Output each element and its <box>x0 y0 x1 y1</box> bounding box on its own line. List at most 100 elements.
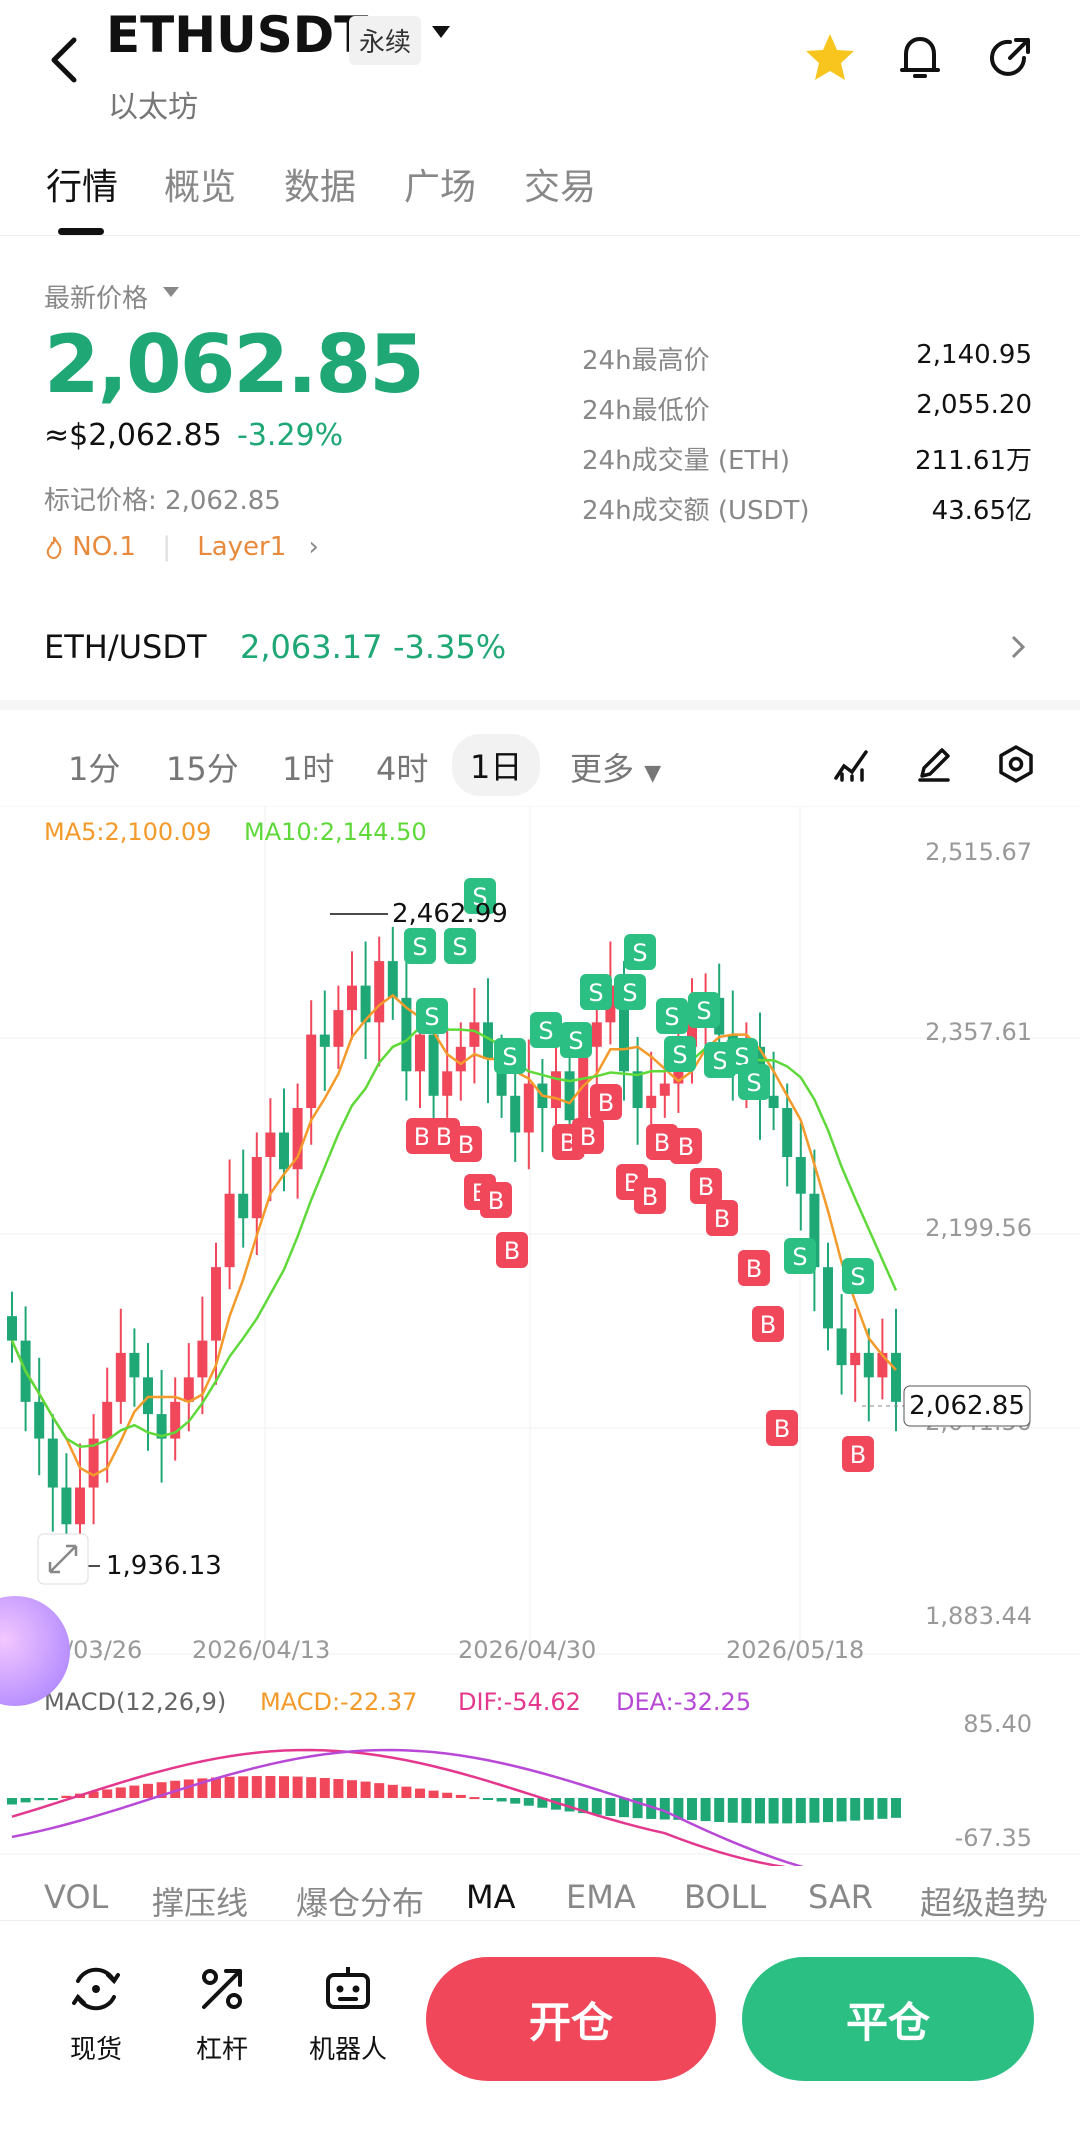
macd-bar <box>741 1798 752 1824</box>
buy-marker: B <box>766 1410 798 1446</box>
buy-marker: B <box>590 1084 622 1120</box>
stat-value-volume: 211.61万 <box>915 446 1032 476</box>
sell-marker: S <box>738 1064 770 1100</box>
main-tabs: 行情 概览 数据 广场 交易 <box>0 140 1080 236</box>
interval-15m[interactable]: 15分 <box>166 744 239 790</box>
candle-body <box>387 961 398 998</box>
y-tick-1: 2,357.61 <box>925 1018 1032 1046</box>
latest-price-label[interactable]: 最新价格 <box>44 278 148 315</box>
macd-bar <box>727 1798 738 1823</box>
interval-more-label: 更多 <box>570 750 635 788</box>
macd-bar <box>347 1780 357 1798</box>
indicator-supertrend[interactable]: 超级趋势 <box>920 1878 1048 1918</box>
indicator-vol[interactable]: VOL <box>44 1878 108 1916</box>
candle-body <box>279 1132 289 1170</box>
macd-bar <box>360 1781 371 1798</box>
indicator-support[interactable]: 撑压线 <box>152 1878 248 1918</box>
interval-1d[interactable]: 1日 <box>452 734 541 796</box>
tab-data[interactable]: 数据 <box>284 158 356 210</box>
x-tick-3: 2026/05/18 <box>726 1636 864 1664</box>
spot-pair-price: 2,063.17 <box>240 628 383 666</box>
svg-text:S: S <box>452 933 467 961</box>
close-position-button[interactable]: 平仓 <box>742 1957 1034 2081</box>
bell-icon[interactable] <box>890 28 950 88</box>
perpetual-badge: 永续 <box>349 16 422 65</box>
buy-marker: B <box>572 1118 604 1154</box>
draw-pencil-icon[interactable] <box>914 744 954 784</box>
macd-bar <box>374 1783 385 1798</box>
sell-marker: S <box>416 998 448 1034</box>
kline-chart[interactable]: SSSSSSSSSSSSSSSSSSBBBBBBBBBBBBBBBBBBB MA… <box>0 805 1080 1906</box>
interval-1h[interactable]: 1时 <box>282 744 334 790</box>
macd-bar <box>700 1798 711 1822</box>
tab-overview[interactable]: 概览 <box>164 158 236 210</box>
macd-bar <box>510 1798 521 1804</box>
svg-text:B: B <box>458 1131 474 1159</box>
ma5-legend: MA5:2,100.09 <box>44 818 211 846</box>
chevron-right-icon <box>1011 635 1026 659</box>
macd-bar <box>387 1784 398 1798</box>
macd-bar <box>469 1797 480 1800</box>
back-arrow-icon[interactable] <box>40 30 90 90</box>
favorite-star-icon[interactable] <box>800 28 860 88</box>
macd-bar <box>251 1776 262 1798</box>
bottom-toolbar: 现货 杠杆 机器人 开仓 平仓 <box>0 1920 1080 2131</box>
indicator-liquidation[interactable]: 爆仓分布 <box>296 1878 424 1918</box>
candle-body <box>75 1487 85 1525</box>
svg-text:S: S <box>792 1243 807 1271</box>
interval-more[interactable]: 更多 ▼ <box>570 744 661 790</box>
sell-marker: S <box>560 1022 592 1058</box>
indicator-icon[interactable] <box>832 744 872 784</box>
macd-bar <box>20 1798 31 1803</box>
candle-body <box>469 1022 480 1047</box>
expand-chart-icon[interactable] <box>37 1533 89 1585</box>
kline-chart-canvas[interactable]: SSSSSSSSSSSSSSSSSSBBBBBBBBBBBBBBBBBBB MA… <box>0 805 1080 1887</box>
stat-label-volume: 24h成交量 (ETH) <box>582 446 790 476</box>
period-high-label: 2,462.99 <box>392 899 508 929</box>
candle-body <box>224 1193 235 1268</box>
tab-square[interactable]: 广场 <box>404 158 476 210</box>
tab-market[interactable]: 行情 <box>46 158 118 210</box>
interval-1m[interactable]: 1分 <box>68 744 120 790</box>
stat-value-high: 2,140.95 <box>916 340 1032 370</box>
indicator-sar[interactable]: SAR <box>808 1878 873 1916</box>
symbol-dropdown-icon[interactable] <box>430 24 452 40</box>
y-tick-0: 2,515.67 <box>925 838 1032 866</box>
svg-text:S: S <box>502 1043 517 1071</box>
ranking-tags[interactable]: NO.1 | Layer1 › <box>44 532 319 562</box>
candle-body <box>823 1267 833 1329</box>
interval-4h[interactable]: 4时 <box>376 744 428 790</box>
sell-marker: S <box>688 992 720 1028</box>
indicator-boll[interactable]: BOLL <box>684 1878 766 1916</box>
spot-button[interactable]: 现货 <box>46 1961 146 2066</box>
period-low-label: 1,936.13 <box>106 1551 222 1581</box>
latest-price-dropdown-icon[interactable] <box>162 286 180 298</box>
interval-bar: 1分 15分 1时 4时 1日 更多 ▼ <box>0 700 1080 796</box>
macd-bar <box>292 1776 303 1798</box>
robot-icon <box>326 1967 370 2009</box>
indicator-ma[interactable]: MA <box>466 1878 516 1916</box>
open-position-button[interactable]: 开仓 <box>426 1957 716 2081</box>
share-icon[interactable] <box>980 28 1040 88</box>
symbol-title[interactable]: ETHUSDT <box>106 6 368 64</box>
leverage-button[interactable]: 杠杆 <box>172 1961 272 2066</box>
macd-bar <box>34 1798 45 1801</box>
tab-trade[interactable]: 交易 <box>524 158 596 210</box>
stat-label-low: 24h最低价 <box>582 396 710 426</box>
sell-marker: S <box>842 1258 874 1294</box>
candle-body <box>659 1083 670 1096</box>
svg-text:S: S <box>632 939 647 967</box>
indicator-ema[interactable]: EMA <box>566 1878 636 1916</box>
stat-label-turnover: 24h成交额 (USDT) <box>582 496 810 526</box>
macd-bar <box>224 1776 235 1798</box>
candle-body <box>333 1010 344 1047</box>
macd-bar <box>115 1787 126 1798</box>
macd-bar <box>768 1798 779 1824</box>
robot-button[interactable]: 机器人 <box>298 1961 398 2066</box>
settings-icon[interactable] <box>996 744 1036 784</box>
svg-text:B: B <box>414 1123 430 1151</box>
macd-bar <box>687 1798 697 1820</box>
spot-pair-row[interactable]: ETH/USDT 2,063.17 -3.35% <box>0 600 1080 690</box>
svg-text:S: S <box>746 1069 761 1097</box>
candle-body <box>319 1034 330 1047</box>
